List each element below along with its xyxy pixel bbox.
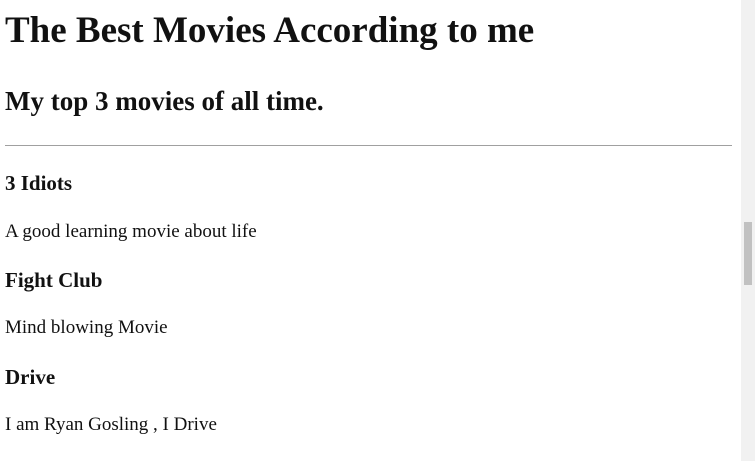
page-content: The Best Movies According to me My top 3… xyxy=(0,0,741,461)
horizontal-divider xyxy=(5,145,732,146)
movie-description-1: A good learning movie about life xyxy=(5,221,257,242)
page-subtitle: My top 3 movies of all time. xyxy=(5,86,324,116)
browser-viewport: The Best Movies According to me My top 3… xyxy=(0,0,755,461)
scrollbar-thumb[interactable] xyxy=(744,222,752,285)
movie-description-3: I am Ryan Gosling , I Drive xyxy=(5,414,217,435)
movie-title-3: Drive xyxy=(5,365,56,389)
movie-description-2: Mind blowing Movie xyxy=(5,317,168,338)
page-title: The Best Movies According to me xyxy=(5,10,535,51)
vertical-scrollbar[interactable] xyxy=(741,0,755,461)
movie-title-1: 3 Idiots xyxy=(5,171,73,195)
movie-title-2: Fight Club xyxy=(5,268,103,292)
